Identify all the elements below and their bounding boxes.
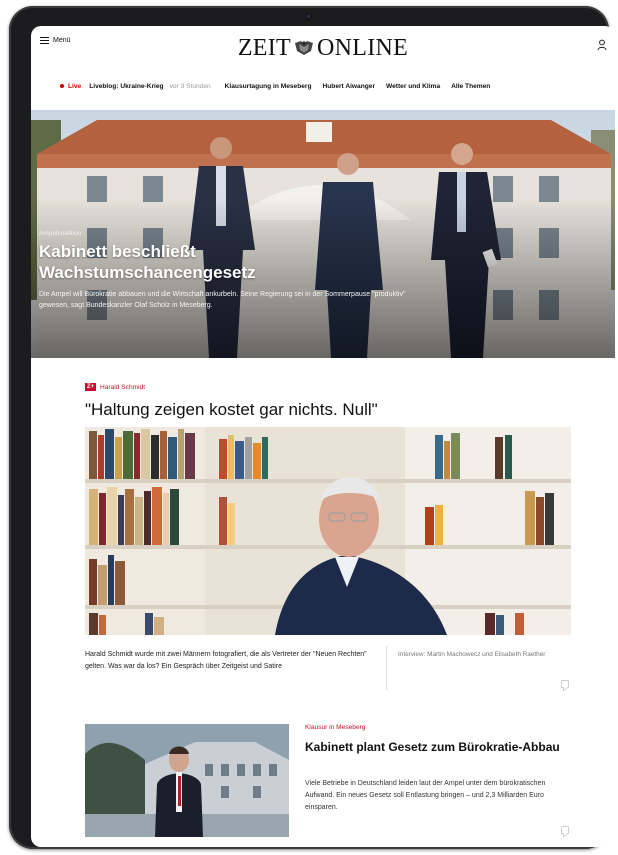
liveblog-timestamp: vor 3 Stunden <box>169 82 211 90</box>
comment-icon[interactable] <box>561 680 569 688</box>
divider <box>386 646 387 690</box>
live-label: Live <box>68 82 82 90</box>
hero-teaser-text: Die Ampel will Bürokratie abbauen und di… <box>39 291 406 309</box>
nav-item-liveblog[interactable]: Liveblog: Ukraine-Krieg <box>89 83 163 90</box>
hero-kicker: Ampelkoalition <box>39 230 82 237</box>
hero-text: Ampelkoalition Kabinett beschließt Wachs… <box>39 230 405 311</box>
article-image[interactable] <box>85 724 289 837</box>
article2-headline[interactable]: Kabinett plant Gesetz zum Bürokratie-Abb… <box>305 739 565 755</box>
zplus-badge-icon: Z+ <box>85 383 96 391</box>
article-credit: Interview: Martin Machowecz und Elisabet… <box>398 651 546 658</box>
screen: Menü ZEIT ONLINE Live Liveblog: Ukraine-… <box>31 26 615 847</box>
nav-item-klima[interactable]: Wetter und Klima <box>386 83 440 90</box>
site-header: Menü ZEIT ONLINE <box>31 26 615 68</box>
meseberg-photo <box>85 724 289 837</box>
article-kicker-label: Harald Schmidt <box>100 383 146 391</box>
tablet-frame: Menü ZEIT ONLINE Live Liveblog: Ukraine-… <box>9 6 615 849</box>
hero-teaser[interactable]: Ampelkoalition Kabinett beschließt Wachs… <box>31 110 615 358</box>
article-image[interactable] <box>85 427 571 635</box>
comment-icon[interactable] <box>561 826 569 834</box>
camera-icon <box>305 13 312 20</box>
live-indicator[interactable]: Live <box>60 83 81 90</box>
topic-nav: Live Liveblog: Ukraine-Krieg vor 3 Stund… <box>31 79 615 93</box>
article2-teaser: Viele Betriebe in Deutschland leiden lau… <box>305 780 546 811</box>
bookshelf-portrait-image <box>85 427 571 635</box>
nav-item-meseberg[interactable]: Klausurtagung in Meseberg <box>225 83 312 90</box>
article-headline[interactable]: "Haltung zeigen kostet gar nichts. Null" <box>85 400 378 420</box>
article-teaser: Harald Schmidt wurde mit zwei Männern fo… <box>85 651 367 670</box>
article-kicker: Z+ Harald Schmidt <box>85 383 145 391</box>
zeit-crest-icon <box>295 41 314 55</box>
site-logo[interactable]: ZEIT ONLINE <box>31 35 615 61</box>
logo-text-online: ONLINE <box>317 35 409 61</box>
logo-text-zeit: ZEIT <box>237 35 292 61</box>
live-dot-icon <box>60 84 64 88</box>
article2-kicker: Klausur in Meseberg <box>305 724 366 731</box>
hero-headline[interactable]: Kabinett beschließt Wachstumschancengese… <box>39 241 399 283</box>
user-icon[interactable] <box>597 39 607 51</box>
nav-item-aiwanger[interactable]: Hubert Aiwanger <box>323 83 376 90</box>
nav-item-alle-themen[interactable]: Alle Themen <box>451 83 490 90</box>
